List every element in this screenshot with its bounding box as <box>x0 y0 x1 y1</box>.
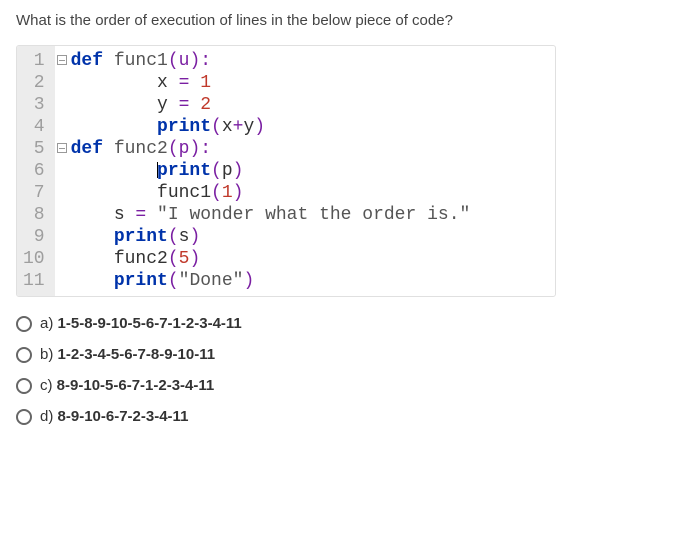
code-text: func2(5) <box>71 248 201 270</box>
code-line: def func1(u): <box>57 50 555 72</box>
code-text: print("Done") <box>71 270 255 292</box>
option-label: c) 8-9-10-5-6-7-1-2-3-4-11 <box>40 377 214 394</box>
code-text: def func2(p): <box>71 138 211 160</box>
code-line: y = 2 <box>57 94 555 116</box>
code-line: func1(1) <box>57 182 555 204</box>
code-content: def func1(u): x = 1 y = 2 print(x+y)def … <box>55 46 555 296</box>
code-line: print("Done") <box>57 270 555 292</box>
option-label: a) 1-5-8-9-10-5-6-7-1-2-3-4-11 <box>40 315 242 332</box>
line-number: 1 <box>23 50 45 72</box>
line-number: 7 <box>23 182 45 204</box>
fold-toggle-icon[interactable] <box>57 143 67 153</box>
code-text: func1(1) <box>71 182 244 204</box>
code-text: print(s) <box>71 226 201 248</box>
answer-option[interactable]: d) 8-9-10-6-7-2-3-4-11 <box>16 408 665 425</box>
line-number-gutter: 1234567891011 <box>17 46 55 296</box>
fold-toggle-icon[interactable] <box>57 55 67 65</box>
radio-icon[interactable] <box>16 378 32 394</box>
code-line: func2(5) <box>57 248 555 270</box>
line-number: 9 <box>23 226 45 248</box>
answer-option[interactable]: b) 1-2-3-4-5-6-7-8-9-10-11 <box>16 346 665 363</box>
code-line: x = 1 <box>57 72 555 94</box>
line-number: 5 <box>23 138 45 160</box>
line-number: 11 <box>23 270 45 292</box>
radio-icon[interactable] <box>16 409 32 425</box>
option-label: b) 1-2-3-4-5-6-7-8-9-10-11 <box>40 346 215 363</box>
code-text: y = 2 <box>71 94 211 116</box>
line-number: 6 <box>23 160 45 182</box>
code-line: print(x+y) <box>57 116 555 138</box>
code-line: print(p) <box>57 160 555 182</box>
code-text: def func1(u): <box>71 50 211 72</box>
line-number: 10 <box>23 248 45 270</box>
code-text: print(x+y) <box>71 116 266 138</box>
answer-options: a) 1-5-8-9-10-5-6-7-1-2-3-4-11 b) 1-2-3-4… <box>16 315 665 425</box>
answer-option[interactable]: a) 1-5-8-9-10-5-6-7-1-2-3-4-11 <box>16 315 665 332</box>
line-number: 8 <box>23 204 45 226</box>
radio-icon[interactable] <box>16 316 32 332</box>
answer-option[interactable]: c) 8-9-10-5-6-7-1-2-3-4-11 <box>16 377 665 394</box>
question-text: What is the order of execution of lines … <box>16 12 665 29</box>
line-number: 2 <box>23 72 45 94</box>
code-text: print(p) <box>71 160 244 182</box>
option-label: d) 8-9-10-6-7-2-3-4-11 <box>40 408 188 425</box>
code-line: print(s) <box>57 226 555 248</box>
code-text: s = "I wonder what the order is." <box>71 204 471 226</box>
line-number: 4 <box>23 116 45 138</box>
code-text: x = 1 <box>71 72 211 94</box>
code-line: def func2(p): <box>57 138 555 160</box>
code-block: 1234567891011 def func1(u): x = 1 y = 2 … <box>16 45 556 297</box>
line-number: 3 <box>23 94 45 116</box>
code-line: s = "I wonder what the order is." <box>57 204 555 226</box>
radio-icon[interactable] <box>16 347 32 363</box>
